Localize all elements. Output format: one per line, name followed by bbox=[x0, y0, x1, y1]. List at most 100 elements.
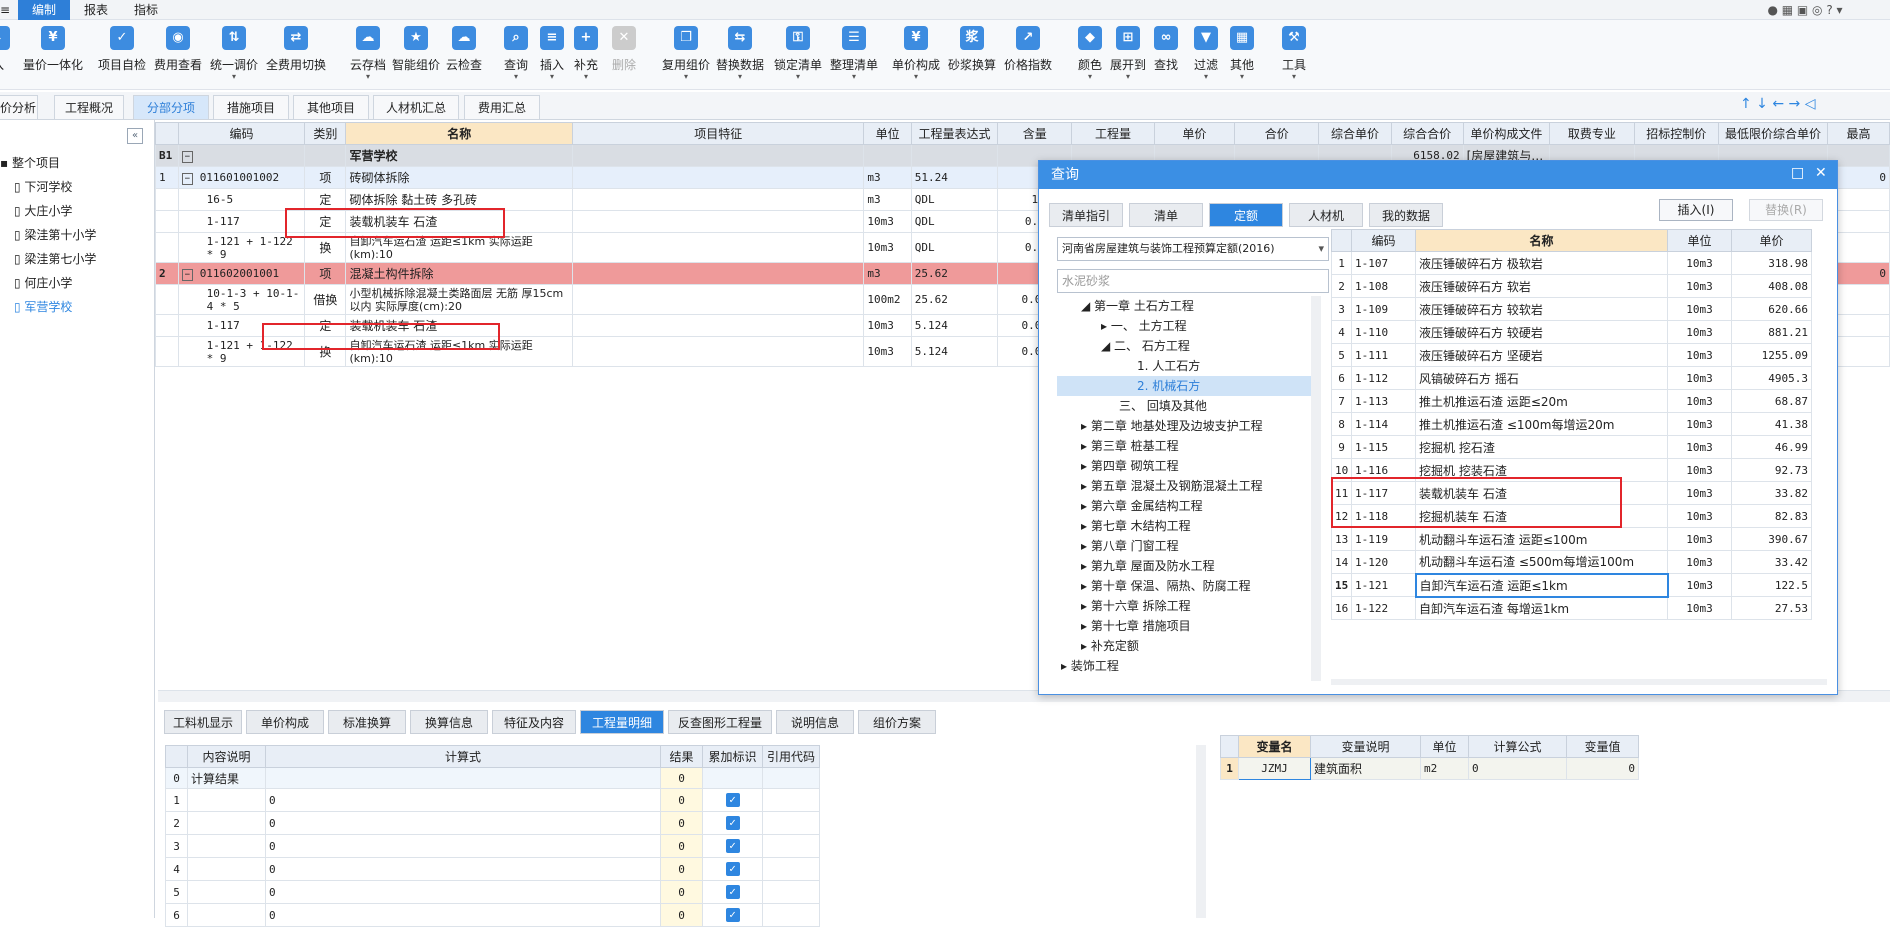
quota-library-select[interactable]: 河南省房屋建筑与装饰工程预算定额(2016) ▾ bbox=[1057, 237, 1329, 261]
calc-row[interactable]: 0 计算结果 0 bbox=[165, 767, 820, 789]
other-button[interactable]: ▦ 其他 ▾ bbox=[1214, 22, 1270, 88]
maximize-icon[interactable]: □ bbox=[1791, 165, 1804, 181]
cost-view-button[interactable]: ◉ 费用查看 bbox=[150, 22, 206, 88]
tab-unit-price[interactable]: 单价构成 bbox=[246, 710, 324, 734]
col-name[interactable]: 名称 bbox=[345, 122, 573, 145]
menu-index[interactable]: 指标 bbox=[124, 0, 168, 20]
accumulate-checkbox[interactable]: ✓ bbox=[725, 839, 740, 853]
unified-adjust-button[interactable]: ⇅ 统一调价 ▾ bbox=[206, 22, 262, 88]
calc-row[interactable]: 3 0 0 ✓ bbox=[165, 834, 820, 858]
tab-features[interactable]: 特征及内容 bbox=[492, 710, 576, 734]
cloud-check-button[interactable]: ☁ 云检查 bbox=[436, 22, 492, 88]
tab-pricing-plan[interactable]: 组价方案 bbox=[858, 710, 936, 734]
col-code[interactable]: 编码 bbox=[177, 122, 306, 145]
tree-node[interactable]: ◢ 第一章 土石方工程 bbox=[1081, 296, 1194, 316]
tree-node[interactable]: 1. 人工石方 bbox=[1137, 356, 1200, 376]
tree-node[interactable]: ▸ 第八章 门窗工程 bbox=[1081, 536, 1179, 556]
organize-list-button[interactable]: ☰ 整理清单 ▾ bbox=[826, 22, 882, 88]
tree-node[interactable]: ▸ 第四章 砌筑工程 bbox=[1081, 456, 1179, 476]
calc-scrollbar[interactable] bbox=[1196, 745, 1206, 918]
tab-project-overview[interactable]: 工程概况 bbox=[54, 95, 124, 119]
dialog-hscrollbar[interactable] bbox=[1331, 679, 1827, 685]
tree-root[interactable]: ▪ 整个项目 bbox=[0, 152, 60, 174]
price-integration-button[interactable]: ¥ 量价一体化 bbox=[18, 22, 88, 88]
quota-row[interactable]: 3 1-109 液压锤破碎石方 较软岩 10m3 620.66 bbox=[1331, 297, 1812, 321]
accumulate-checkbox[interactable]: ✓ bbox=[725, 885, 740, 899]
col-fee-major[interactable]: 取费专业 bbox=[1549, 122, 1635, 145]
tree-node[interactable]: ▸ 第三章 桩基工程 bbox=[1081, 436, 1179, 456]
tree-node[interactable]: ▸ 第十章 保温、隔热、防腐工程 bbox=[1081, 576, 1251, 596]
tree-node-selected[interactable]: 2. 机械石方 bbox=[1057, 376, 1311, 396]
full-cost-switch-button[interactable]: ⇄ 全费用切换 bbox=[262, 22, 330, 88]
quota-row[interactable]: 5 1-111 液压锤破碎石方 坚硬岩 10m3 1255.09 bbox=[1331, 343, 1812, 367]
calc-row[interactable]: 1 0 0 ✓ bbox=[165, 788, 820, 812]
quota-row[interactable]: 1 1-107 液压锤破碎石方 极软岩 10m3 318.98 bbox=[1331, 251, 1812, 275]
collapse-pane-icon[interactable]: « bbox=[127, 128, 143, 144]
accumulate-checkbox[interactable]: ✓ bbox=[725, 816, 740, 830]
tab-other-items[interactable]: 其他项目 bbox=[293, 95, 369, 119]
tree-item[interactable]: ▯ 梁洼第七小学 bbox=[14, 248, 96, 270]
col-total[interactable]: 合价 bbox=[1234, 122, 1320, 145]
tree-node[interactable]: ▸ 第九章 屋面及防水工程 bbox=[1081, 556, 1215, 576]
quota-row[interactable]: 7 1-113 推土机推运石渣 运距≤20m 10m3 68.87 bbox=[1331, 389, 1812, 413]
calc-row[interactable]: 6 0 0 ✓ bbox=[165, 903, 820, 927]
quota-row[interactable]: 13 1-119 机动翻斗车运石渣 运距≤100m 10m3 390.67 bbox=[1331, 527, 1812, 551]
window-controls[interactable]: ● ▦ ▣ ◎ ? ▾ bbox=[1730, 0, 1880, 20]
self-check-button[interactable]: ✓ 项目自检 bbox=[94, 22, 150, 88]
col-composite-total[interactable]: 综合合价 bbox=[1390, 122, 1464, 145]
col-unit-price[interactable]: 单价 bbox=[1153, 122, 1236, 145]
quota-row-selected[interactable]: 15 1-121 自卸汽车运石渣 运距≤1km 10m3 122.5 bbox=[1331, 572, 1812, 598]
tab-description[interactable]: 说明信息 bbox=[776, 710, 854, 734]
col-unit[interactable]: 单位 bbox=[863, 122, 912, 145]
tab-cost-summary[interactable]: 费用汇总 bbox=[464, 95, 540, 119]
tab-reverse-graphic[interactable]: 反查图形工程量 bbox=[668, 710, 772, 734]
tab-quantity-detail[interactable]: 工程量明细 bbox=[580, 710, 664, 734]
menu-edit[interactable]: 编制 bbox=[18, 0, 70, 20]
tree-node[interactable]: ▸ 第六章 金属结构工程 bbox=[1081, 496, 1203, 516]
tab-labor-material-summary[interactable]: 人材机汇总 bbox=[373, 95, 459, 119]
tree-item[interactable]: ▯ 大庄小学 bbox=[14, 200, 72, 222]
tree-node[interactable]: ▸ 补充定额 bbox=[1081, 636, 1139, 656]
tree-node[interactable]: ▸ 第十六章 拆除工程 bbox=[1081, 596, 1191, 616]
quota-row[interactable]: 16 1-122 自卸汽车运石渣 每增运1km 10m3 27.53 bbox=[1331, 596, 1812, 620]
tab-my-data[interactable]: 我的数据 bbox=[1369, 203, 1443, 227]
quota-row[interactable]: 6 1-112 风镐破碎石方 摇石 10m3 4905.3 bbox=[1331, 366, 1812, 390]
tree-item[interactable]: ▯ 梁洼第十小学 bbox=[14, 224, 96, 246]
tree-item[interactable]: ▯ 下河学校 bbox=[14, 176, 72, 198]
accumulate-checkbox[interactable]: ✓ bbox=[725, 793, 740, 807]
col-bid-control[interactable]: 招标控制价 bbox=[1633, 122, 1719, 145]
tree-node[interactable]: ▸ 第五章 混凝土及钢筋混凝土工程 bbox=[1081, 476, 1263, 496]
tab-measures[interactable]: 措施项目 bbox=[213, 95, 289, 119]
price-index-button[interactable]: ↗ 价格指数 bbox=[1000, 22, 1056, 88]
unit-price-composition-button[interactable]: ¥ 单价构成 ▾ bbox=[888, 22, 944, 88]
reuse-pricing-button[interactable]: ❐ 复用组价 ▾ bbox=[658, 22, 714, 88]
quota-row[interactable]: 9 1-115 挖掘机 挖石渣 10m3 46.99 bbox=[1331, 435, 1812, 459]
tools-button[interactable]: ⚒ 工具 ▾ bbox=[1266, 22, 1322, 88]
calc-row[interactable]: 4 0 0 ✓ bbox=[165, 857, 820, 881]
mortar-conversion-button[interactable]: 浆砂浆换算 bbox=[944, 22, 1000, 88]
lock-list-button[interactable]: ⚿ 锁定清单 ▾ bbox=[770, 22, 826, 88]
tab-conversion-info[interactable]: 换算信息 bbox=[410, 710, 488, 734]
col-qty[interactable]: 工程量 bbox=[1071, 122, 1155, 145]
col-min-price[interactable]: 最低限价综合单价 bbox=[1717, 122, 1829, 145]
tree-item-selected[interactable]: ▯ 军营学校 bbox=[14, 296, 72, 318]
tab-standard-conversion[interactable]: 标准换算 bbox=[328, 710, 406, 734]
tab-price-analysis[interactable]: 价分析 bbox=[0, 95, 38, 119]
tab-list-guide[interactable]: 清单指引 bbox=[1049, 203, 1123, 227]
col-feature[interactable]: 项目特征 bbox=[571, 122, 865, 145]
tree-node[interactable]: ◢ 二、 石方工程 bbox=[1101, 336, 1190, 356]
tree-scrollbar[interactable] bbox=[1311, 296, 1321, 681]
col-qty-expr[interactable]: 工程量表达式 bbox=[910, 122, 999, 145]
menu-file-fragment[interactable]: ≡ bbox=[0, 0, 10, 20]
tab-quota[interactable]: 定额 bbox=[1209, 203, 1283, 227]
tree-node[interactable]: ▸ 一、 土方工程 bbox=[1101, 316, 1187, 336]
accumulate-checkbox[interactable]: ✓ bbox=[725, 908, 740, 922]
insert-dialog-button[interactable]: 插入(I) bbox=[1659, 199, 1733, 221]
col-composite-price[interactable]: 综合单价 bbox=[1318, 122, 1392, 145]
tree-node[interactable]: ▸ 第二章 地基处理及边坡支护工程 bbox=[1081, 416, 1263, 436]
accumulate-checkbox[interactable]: ✓ bbox=[725, 862, 740, 876]
tab-labor-material[interactable]: 人材机 bbox=[1289, 203, 1363, 227]
quota-row[interactable]: 2 1-108 液压锤破碎石方 软岩 10m3 408.08 bbox=[1331, 274, 1812, 298]
replace-data-button[interactable]: ⇆ 替换数据 ▾ bbox=[712, 22, 768, 88]
tree-node[interactable]: 三、 回填及其他 bbox=[1119, 396, 1207, 416]
